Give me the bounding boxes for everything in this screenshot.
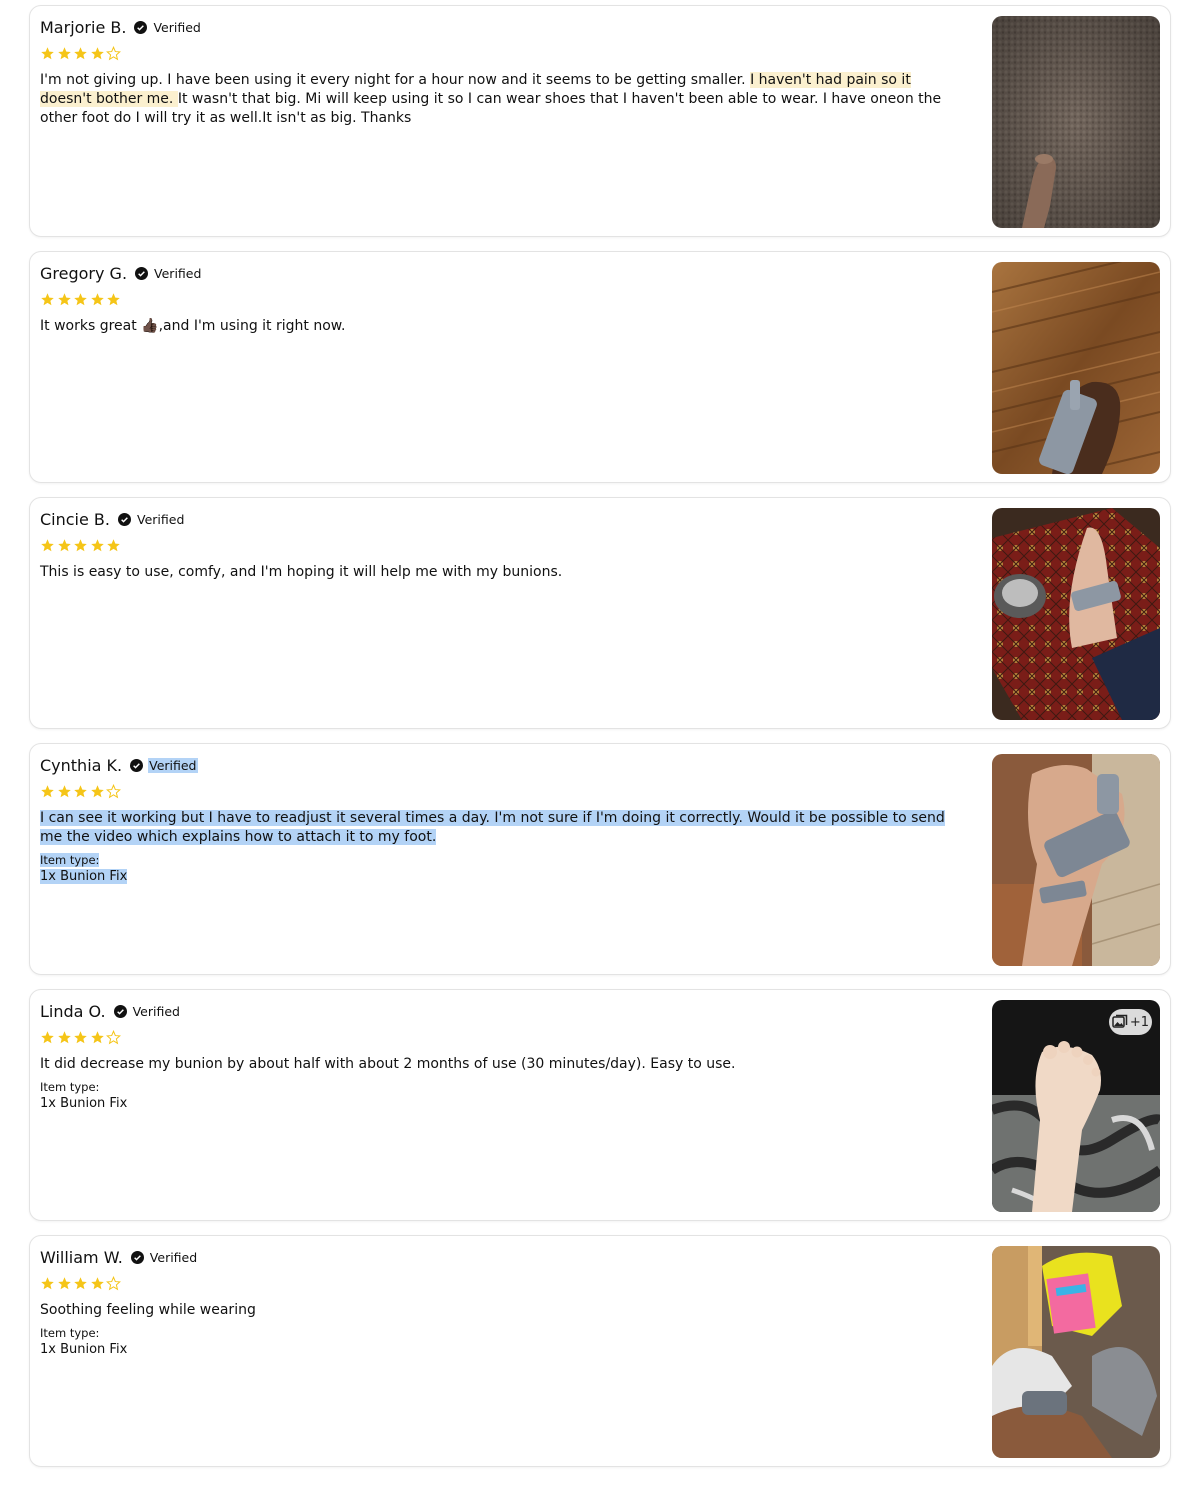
item-type-value-text: 1x Bunion Fix: [40, 869, 128, 884]
verified-label: Verified: [137, 511, 185, 527]
review-card: Cincie B. Verified This is easy to use, …: [29, 497, 1171, 729]
item-type-label: Item type:: [40, 1080, 100, 1094]
review-content: Linda O. Verified It did decrease my bun…: [40, 1000, 950, 1113]
review-text-part: I'm not giving up. I have been using it …: [40, 72, 751, 88]
review-text: It did decrease my bunion by about half …: [40, 1056, 736, 1072]
star-filled-icon: [90, 1031, 104, 1044]
star-empty-icon: [106, 46, 121, 61]
review-photo[interactable]: [992, 754, 1160, 966]
review-photo[interactable]: [992, 16, 1160, 228]
verified-check-icon: [134, 20, 148, 34]
star-filled-icon: [41, 1031, 54, 1044]
review-card: Cynthia K. Verified I can see it working…: [29, 743, 1171, 975]
star-rating: [40, 538, 950, 554]
review-header: Gregory G. Verified: [40, 262, 950, 284]
star-filled-icon: [90, 47, 104, 60]
review-content: Marjorie B. Verified I'm not giving up. …: [40, 16, 950, 128]
verified-check-icon: [130, 1250, 144, 1264]
review-photo[interactable]: [992, 262, 1160, 474]
verified-check-icon: [113, 1004, 127, 1018]
star-filled-icon: [41, 1277, 54, 1290]
highlighted-text: I can see it working but I have to readj…: [40, 810, 945, 845]
verified-label: Verified: [153, 19, 201, 35]
star-rating: [40, 46, 950, 62]
item-type-label: Item type:: [40, 853, 950, 868]
review-header: Cincie B. Verified: [40, 508, 950, 530]
star-filled-icon: [41, 293, 54, 306]
star-rating: [40, 784, 950, 800]
star-rating: [40, 1276, 950, 1292]
star-empty-icon: [106, 784, 121, 799]
item-type-label: Item type:: [40, 1326, 100, 1340]
star-filled-icon: [90, 785, 104, 798]
item-type-value: 1x Bunion Fix: [40, 1342, 128, 1357]
star-filled-icon: [57, 47, 71, 60]
more-photos-count: +1: [1129, 1014, 1150, 1030]
item-type-label-text: Item type:: [40, 853, 100, 867]
star-filled-icon: [74, 47, 87, 60]
verified-label: Verified: [132, 1003, 180, 1019]
review-card: Linda O. Verified It did decrease my bun…: [29, 989, 1171, 1221]
review-photo[interactable]: [992, 1246, 1160, 1458]
star-filled-icon: [90, 293, 104, 306]
review-text: I can see it working but I have to readj…: [40, 809, 950, 847]
review-header: Cynthia K. Verified: [40, 754, 950, 776]
reviewer-name: Cincie B.: [40, 509, 110, 529]
star-filled-icon: [57, 1277, 71, 1290]
review-header: Marjorie B. Verified: [40, 16, 950, 38]
more-photos-badge[interactable]: +1: [1109, 1009, 1152, 1035]
review-content: Cynthia K. Verified I can see it working…: [40, 754, 950, 886]
reviewer-name: Linda O.: [40, 1001, 106, 1021]
star-filled-icon: [74, 539, 87, 552]
star-filled-icon: [57, 293, 71, 306]
reviewer-name: Gregory G.: [40, 263, 128, 283]
verified-label: Verified: [148, 757, 198, 773]
review-card: Marjorie B. Verified I'm not giving up. …: [29, 5, 1171, 237]
review-text: Soothing feeling while wearing: [40, 1302, 256, 1318]
review-card: Gregory G. Verified It works great 👍🏿,an…: [29, 251, 1171, 483]
review-header: William W. Verified: [40, 1246, 950, 1268]
verified-check-icon: [135, 266, 149, 280]
star-filled-icon: [41, 47, 54, 60]
review-content: Cincie B. Verified This is easy to use, …: [40, 508, 950, 582]
star-rating: [40, 292, 950, 308]
star-filled-icon: [74, 785, 87, 798]
review-photo[interactable]: +1: [992, 1000, 1160, 1212]
verified-check-icon: [130, 758, 144, 772]
star-filled-icon: [57, 539, 71, 552]
item-type-value: 1x Bunion Fix: [40, 868, 950, 886]
star-filled-icon: [57, 785, 71, 798]
reviewer-name: William W.: [40, 1247, 123, 1267]
star-empty-icon: [106, 1030, 121, 1045]
review-header: Linda O. Verified: [40, 1000, 950, 1022]
review-text: This is easy to use, comfy, and I'm hopi…: [40, 564, 563, 580]
review-text: I'm not giving up. I have been using it …: [40, 71, 950, 128]
verified-check-icon: [118, 512, 131, 526]
star-filled-icon: [90, 539, 104, 552]
reviewer-name: Cynthia K.: [40, 755, 123, 775]
verified-label: Verified: [154, 265, 202, 281]
star-rating: [40, 1030, 950, 1046]
review-content: William W. Verified Soothing feeling whi…: [40, 1246, 950, 1359]
review-text: It works great 👍🏿,and I'm using it right…: [40, 318, 346, 334]
verified-label: Verified: [149, 1249, 198, 1265]
star-filled-icon: [74, 1031, 87, 1044]
star-filled-icon: [107, 293, 120, 306]
photo-gallery-icon: [1112, 1014, 1128, 1028]
star-filled-icon: [74, 293, 87, 306]
item-type-value: 1x Bunion Fix: [40, 1096, 128, 1111]
review-card: William W. Verified Soothing feeling whi…: [29, 1235, 1171, 1467]
review-photo[interactable]: [992, 508, 1160, 720]
star-filled-icon: [107, 539, 120, 552]
star-filled-icon: [74, 1277, 87, 1290]
star-filled-icon: [41, 539, 54, 552]
star-empty-icon: [106, 1276, 121, 1291]
star-filled-icon: [90, 1277, 104, 1290]
review-content: Gregory G. Verified It works great 👍🏿,an…: [40, 262, 950, 336]
star-filled-icon: [57, 1031, 71, 1044]
star-filled-icon: [41, 785, 54, 798]
reviewer-name: Marjorie B.: [40, 17, 127, 37]
